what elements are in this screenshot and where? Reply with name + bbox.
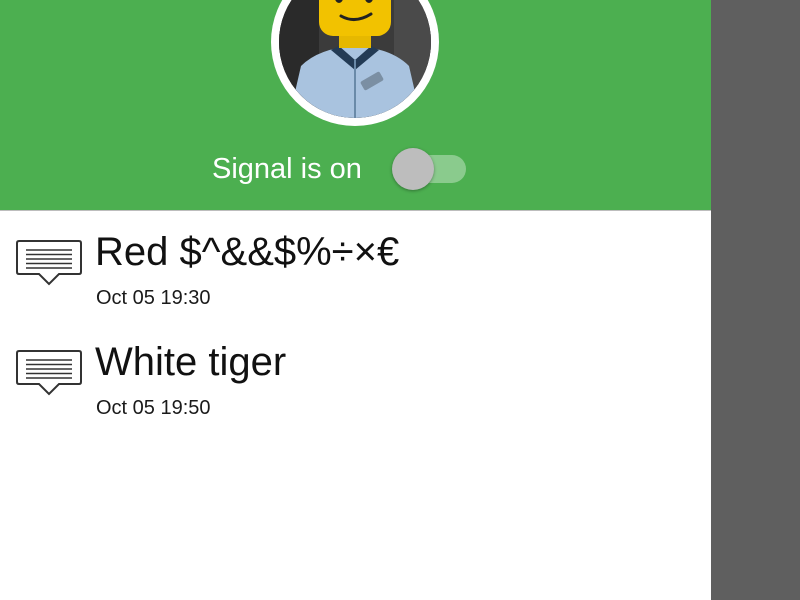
navigation-drawer: Signal is on Red $^&&$%÷×€ Oct 05 19:30 … [0, 0, 711, 600]
avatar[interactable] [271, 0, 439, 126]
message-timestamp: Oct 05 19:50 [96, 397, 211, 419]
list-item[interactable]: White tiger Oct 05 19:50 [0, 321, 711, 431]
signal-toggle[interactable] [390, 146, 470, 192]
scrim-overlay[interactable] [711, 0, 800, 600]
avatar-image [279, 0, 431, 118]
message-icon [16, 350, 82, 396]
lego-worker-icon [279, 0, 431, 118]
message-timestamp: Oct 05 19:30 [96, 287, 211, 309]
message-icon [16, 240, 82, 286]
signal-row: Signal is on [212, 146, 470, 192]
signal-toggle-thumb[interactable] [391, 148, 434, 190]
message-title: White tiger [95, 340, 287, 384]
message-list: Red $^&&$%÷×€ Oct 05 19:30 White tiger O… [0, 211, 711, 431]
message-title: Red $^&&$%÷×€ [95, 230, 400, 274]
signal-status-label: Signal is on [212, 153, 362, 185]
drawer-header: Signal is on [0, 0, 711, 211]
list-item[interactable]: Red $^&&$%÷×€ Oct 05 19:30 [0, 211, 711, 321]
app-screen: Signal is on Red $^&&$%÷×€ Oct 05 19:30 … [0, 0, 800, 600]
